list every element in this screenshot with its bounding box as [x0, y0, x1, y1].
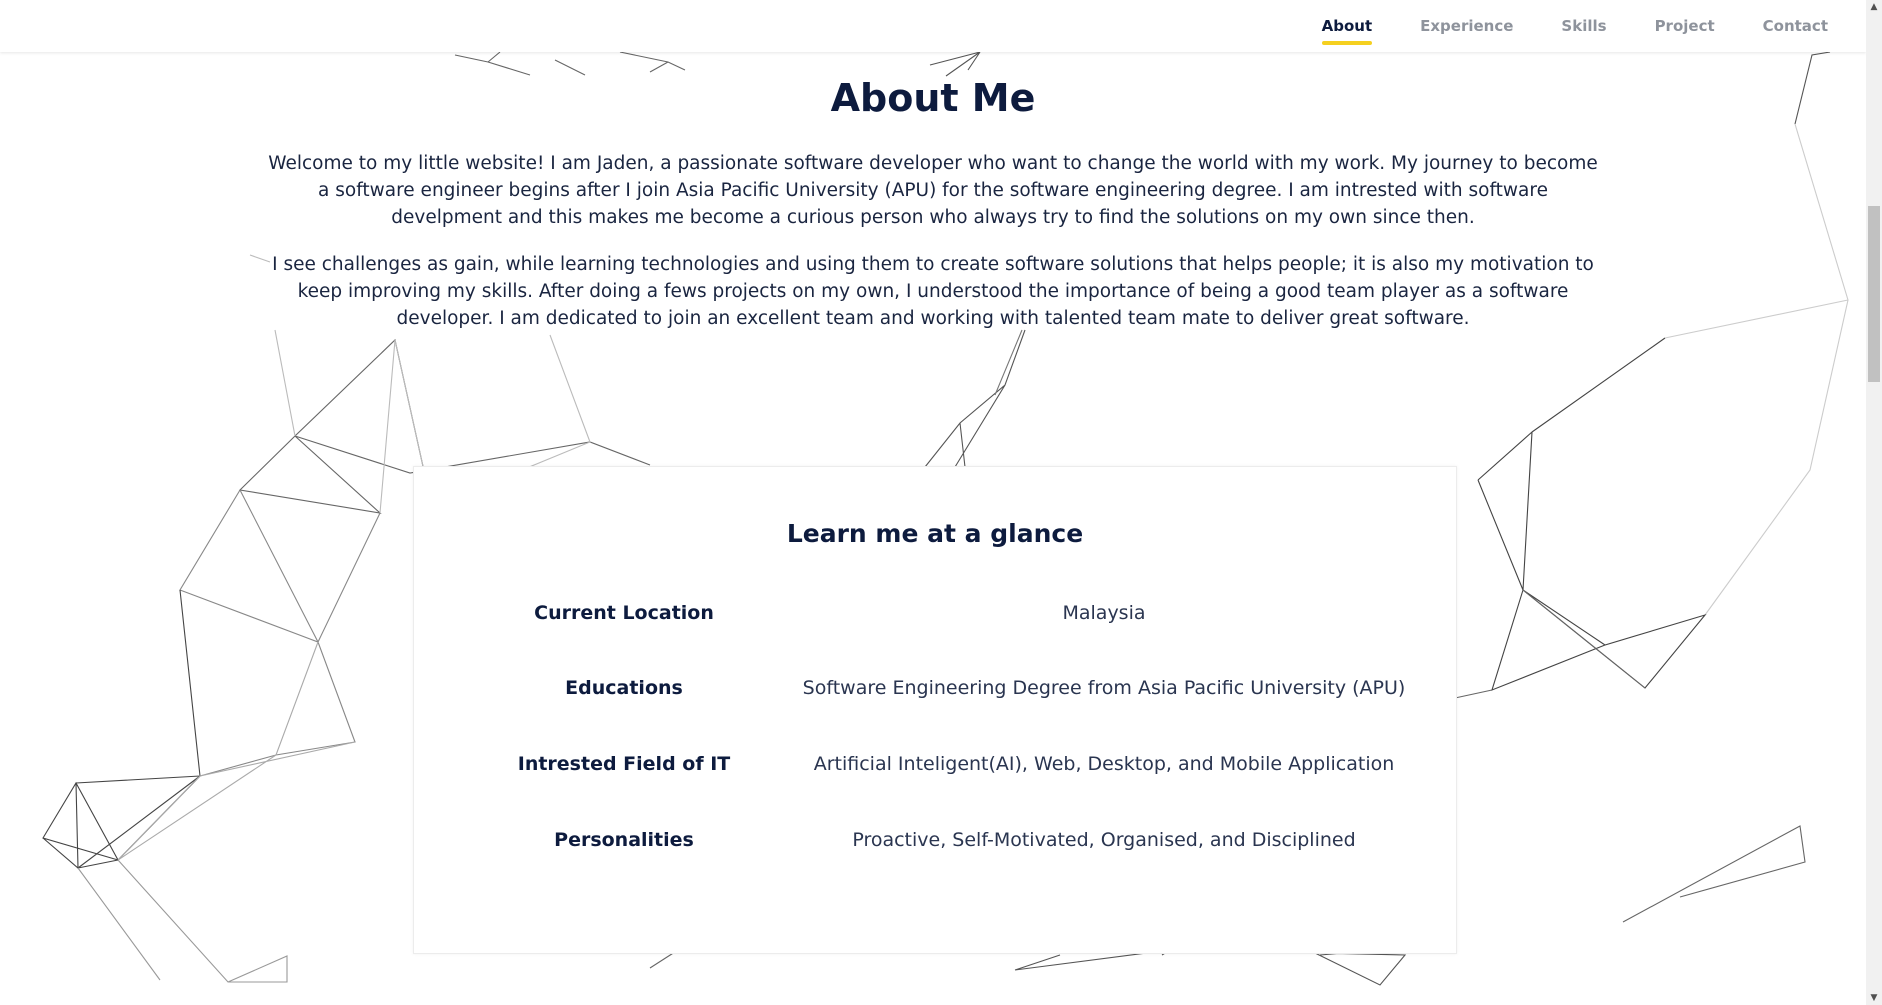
vertical-scrollbar[interactable]: ▲ ▼ — [1866, 0, 1882, 1005]
info-row-location: Current Location Malaysia — [414, 598, 1456, 628]
info-row-education: Educations Software Engineering Degree f… — [414, 673, 1456, 703]
nav-link-contact[interactable]: Contact — [1763, 13, 1828, 39]
info-label: Personalities — [554, 829, 694, 851]
info-row-personalities: Personalities Proactive, Self-Motivated,… — [414, 825, 1456, 855]
info-value: Software Engineering Degree from Asia Pa… — [802, 677, 1406, 699]
info-label: Educations — [565, 677, 683, 699]
nav-links: About Experience Skills Project Contact — [1321, 0, 1828, 52]
nav-link-about[interactable]: About — [1321, 13, 1372, 45]
chevron-up-icon[interactable]: ▲ — [1866, 0, 1882, 14]
nav-link-experience[interactable]: Experience — [1420, 13, 1513, 39]
page: About Experience Skills Project Contact … — [0, 0, 1882, 1005]
glance-title: Learn me at a glance — [786, 519, 1084, 548]
about-paragraph-2: I see challenges as gain, while learning… — [272, 254, 1594, 329]
glance-card: Learn me at a glance Current Location Ma… — [413, 466, 1457, 954]
info-label: Current Location — [534, 602, 714, 624]
about-paragraph-1: Welcome to my little website! I am Jaden… — [268, 153, 1598, 228]
info-label: Intrested Field of IT — [517, 753, 731, 775]
nav-link-project[interactable]: Project — [1655, 13, 1715, 39]
top-navbar: About Experience Skills Project Contact — [0, 0, 1866, 52]
info-row-interest: Intrested Field of IT Artificial Intelig… — [414, 749, 1456, 779]
nav-link-skills[interactable]: Skills — [1561, 13, 1606, 39]
info-value: Artificial Inteligent(AI), Web, Desktop,… — [813, 753, 1395, 775]
page-title: About Me — [830, 76, 1036, 120]
chevron-down-icon[interactable]: ▼ — [1866, 991, 1882, 1005]
scroll-thumb[interactable] — [1868, 206, 1880, 382]
info-value: Proactive, Self-Motivated, Organised, an… — [852, 829, 1356, 851]
info-value: Malaysia — [1062, 602, 1146, 624]
